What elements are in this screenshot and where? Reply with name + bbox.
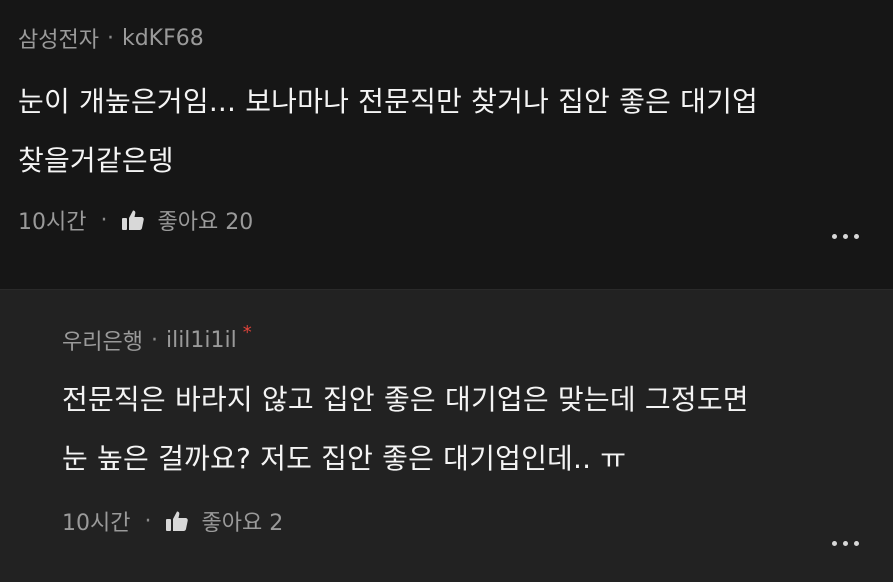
like-count: 좋아요 20: [157, 210, 254, 235]
timestamp: 10시간: [62, 511, 131, 536]
comment-meta: 삼성전자 · kdKF68: [18, 22, 875, 54]
thumbs-up-icon: [166, 511, 189, 531]
divider: [0, 268, 893, 289]
comment-footer: 10시간 · 좋아요 20: [18, 200, 875, 240]
reply-footer: 10시간 · 좋아요 2: [62, 501, 875, 541]
footer-separator: ·: [144, 508, 152, 534]
meta-separator: ·: [106, 25, 114, 51]
username[interactable]: ilil1i1il: [166, 328, 237, 353]
reply-text: 전문직은 바라지 않고 집안 좋은 대기업은 맞는데 그정도면 눈 높은 걸까요…: [62, 383, 749, 475]
like-button[interactable]: 좋아요 20: [121, 204, 253, 236]
footer-separator: ·: [100, 207, 108, 233]
company-name[interactable]: 삼성전자: [18, 22, 99, 54]
like-button[interactable]: 좋아요 2: [165, 505, 283, 537]
meta-separator: ·: [150, 327, 158, 353]
more-options-button[interactable]: [832, 234, 859, 239]
more-dots-icon: [832, 541, 837, 546]
comment: 삼성전자 · kdKF68 눈이 개높은거임... 보나마나 전문직만 찾거나 …: [0, 0, 893, 268]
comment-text: 눈이 개높은거임... 보나마나 전문직만 찾거나 집안 좋은 대기업 찾을거같…: [18, 85, 759, 177]
more-dots-icon: [832, 234, 837, 239]
like-count: 좋아요 2: [201, 511, 284, 536]
reply-meta: 우리은행 · ilil1i1il *: [62, 321, 875, 356]
company-name[interactable]: 우리은행: [62, 324, 143, 356]
more-options-button[interactable]: [832, 541, 859, 546]
thumbs-up-icon: [122, 210, 145, 230]
username[interactable]: kdKF68: [122, 26, 204, 51]
author-mark: *: [242, 321, 252, 343]
timestamp: 10시간: [18, 210, 87, 235]
reply: 우리은행 · ilil1i1il * 전문직은 바라지 않고 집안 좋은 대기업…: [0, 289, 893, 582]
